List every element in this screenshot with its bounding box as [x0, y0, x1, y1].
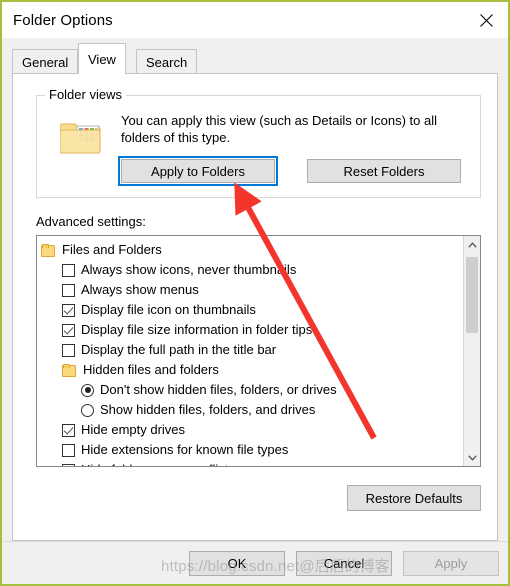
- checkbox[interactable]: [62, 463, 75, 466]
- checkbox[interactable]: [62, 283, 75, 297]
- list-item[interactable]: Display file size information in folder …: [41, 320, 464, 340]
- radio-button[interactable]: [81, 403, 94, 417]
- list-item[interactable]: Show hidden files, folders, and drives: [41, 400, 464, 420]
- list-item-label: Always show icons, never thumbnails: [81, 262, 297, 277]
- apply-to-folders-label: Apply to Folders: [151, 163, 245, 179]
- list-item[interactable]: Always show menus: [41, 280, 464, 300]
- list-item-label: Files and Folders: [62, 242, 162, 257]
- restore-defaults-label: Restore Defaults: [365, 490, 463, 506]
- advanced-settings-label: Advanced settings:: [36, 214, 146, 229]
- apply-button: Apply: [403, 551, 499, 576]
- title-bar: Folder Options: [2, 2, 508, 38]
- list-item-label: Hide extensions for known file types: [81, 442, 289, 457]
- list-item-label: Hide empty drives: [81, 422, 186, 437]
- list-item[interactable]: Hide folder merge conflicts: [41, 460, 464, 466]
- close-button[interactable]: [464, 2, 508, 38]
- list-item-label: Display the full path in the title bar: [81, 342, 277, 357]
- folder-icon: [41, 244, 55, 257]
- checkbox[interactable]: [62, 323, 75, 337]
- list-item-label: Hidden files and folders: [83, 362, 219, 377]
- tab-view[interactable]: View: [78, 43, 126, 74]
- dialog-footer: OK Cancel Apply: [2, 541, 508, 584]
- scroll-down-button[interactable]: [464, 449, 480, 466]
- folder-options-dialog: Folder Options General View Search Folde…: [0, 0, 510, 586]
- checkbox[interactable]: [62, 443, 75, 457]
- folder-icon: [62, 364, 76, 377]
- apply-to-folders-button[interactable]: Apply to Folders: [118, 156, 278, 186]
- reset-folders-button[interactable]: Reset Folders: [307, 159, 461, 183]
- list-item-label: Don't show hidden files, folders, or dri…: [100, 382, 337, 397]
- list-item[interactable]: Hide extensions for known file types: [41, 440, 464, 460]
- chevron-down-icon: [467, 454, 477, 461]
- folder-views-legend: Folder views: [45, 87, 126, 102]
- advanced-settings-rows: Files and Folders Always show icons, nev…: [37, 236, 464, 466]
- tab-general[interactable]: General: [12, 49, 79, 74]
- list-item-label: Hide folder merge conflicts: [81, 460, 235, 466]
- cancel-button[interactable]: Cancel: [296, 551, 392, 576]
- list-item[interactable]: Hide empty drives: [41, 420, 464, 440]
- close-icon: [479, 13, 493, 27]
- list-item-label: Always show menus: [81, 282, 199, 297]
- list-item-label: Display file icon on thumbnails: [81, 302, 256, 317]
- scroll-up-button[interactable]: [464, 236, 480, 253]
- restore-defaults-button[interactable]: Restore Defaults: [347, 485, 481, 511]
- list-item[interactable]: Display the full path in the title bar: [41, 340, 464, 360]
- scrollbar[interactable]: [463, 236, 480, 466]
- list-item[interactable]: Don't show hidden files, folders, or dri…: [41, 380, 464, 400]
- tab-strip: General View Search: [2, 38, 508, 74]
- radio-button[interactable]: [81, 383, 94, 397]
- cancel-label: Cancel: [323, 556, 365, 571]
- tab-view-label: View: [88, 51, 116, 67]
- folder-views-group: Folder views You can apply this view (su…: [36, 87, 481, 198]
- view-tab-page: Folder views You can apply this view (su…: [12, 73, 498, 541]
- list-item-label: Display file size information in folder …: [81, 322, 313, 337]
- checkbox[interactable]: [62, 343, 75, 357]
- reset-folders-label: Reset Folders: [343, 163, 425, 179]
- tab-general-label: General: [22, 54, 69, 70]
- ok-button[interactable]: OK: [189, 551, 285, 576]
- folder-views-description: You can apply this view (such as Details…: [121, 113, 438, 145]
- tab-search-label: Search: [146, 54, 188, 70]
- tab-search[interactable]: Search: [136, 49, 198, 74]
- list-item[interactable]: Files and Folders: [41, 240, 464, 260]
- checkbox[interactable]: [62, 423, 75, 437]
- advanced-settings-list[interactable]: Files and Folders Always show icons, nev…: [36, 235, 481, 467]
- scrollbar-thumb[interactable]: [466, 257, 478, 333]
- page-title: Folder Options: [13, 11, 113, 29]
- folder-thumbnails-icon: [59, 118, 104, 156]
- list-item[interactable]: Hidden files and folders: [41, 360, 464, 380]
- list-item-label: Show hidden files, folders, and drives: [100, 402, 316, 417]
- checkbox[interactable]: [62, 263, 75, 277]
- apply-label: Apply: [434, 556, 468, 571]
- ok-label: OK: [227, 556, 247, 571]
- list-item[interactable]: Always show icons, never thumbnails: [41, 260, 464, 280]
- checkbox[interactable]: [62, 303, 75, 317]
- list-item[interactable]: Display file icon on thumbnails: [41, 300, 464, 320]
- chevron-up-icon: [467, 241, 477, 248]
